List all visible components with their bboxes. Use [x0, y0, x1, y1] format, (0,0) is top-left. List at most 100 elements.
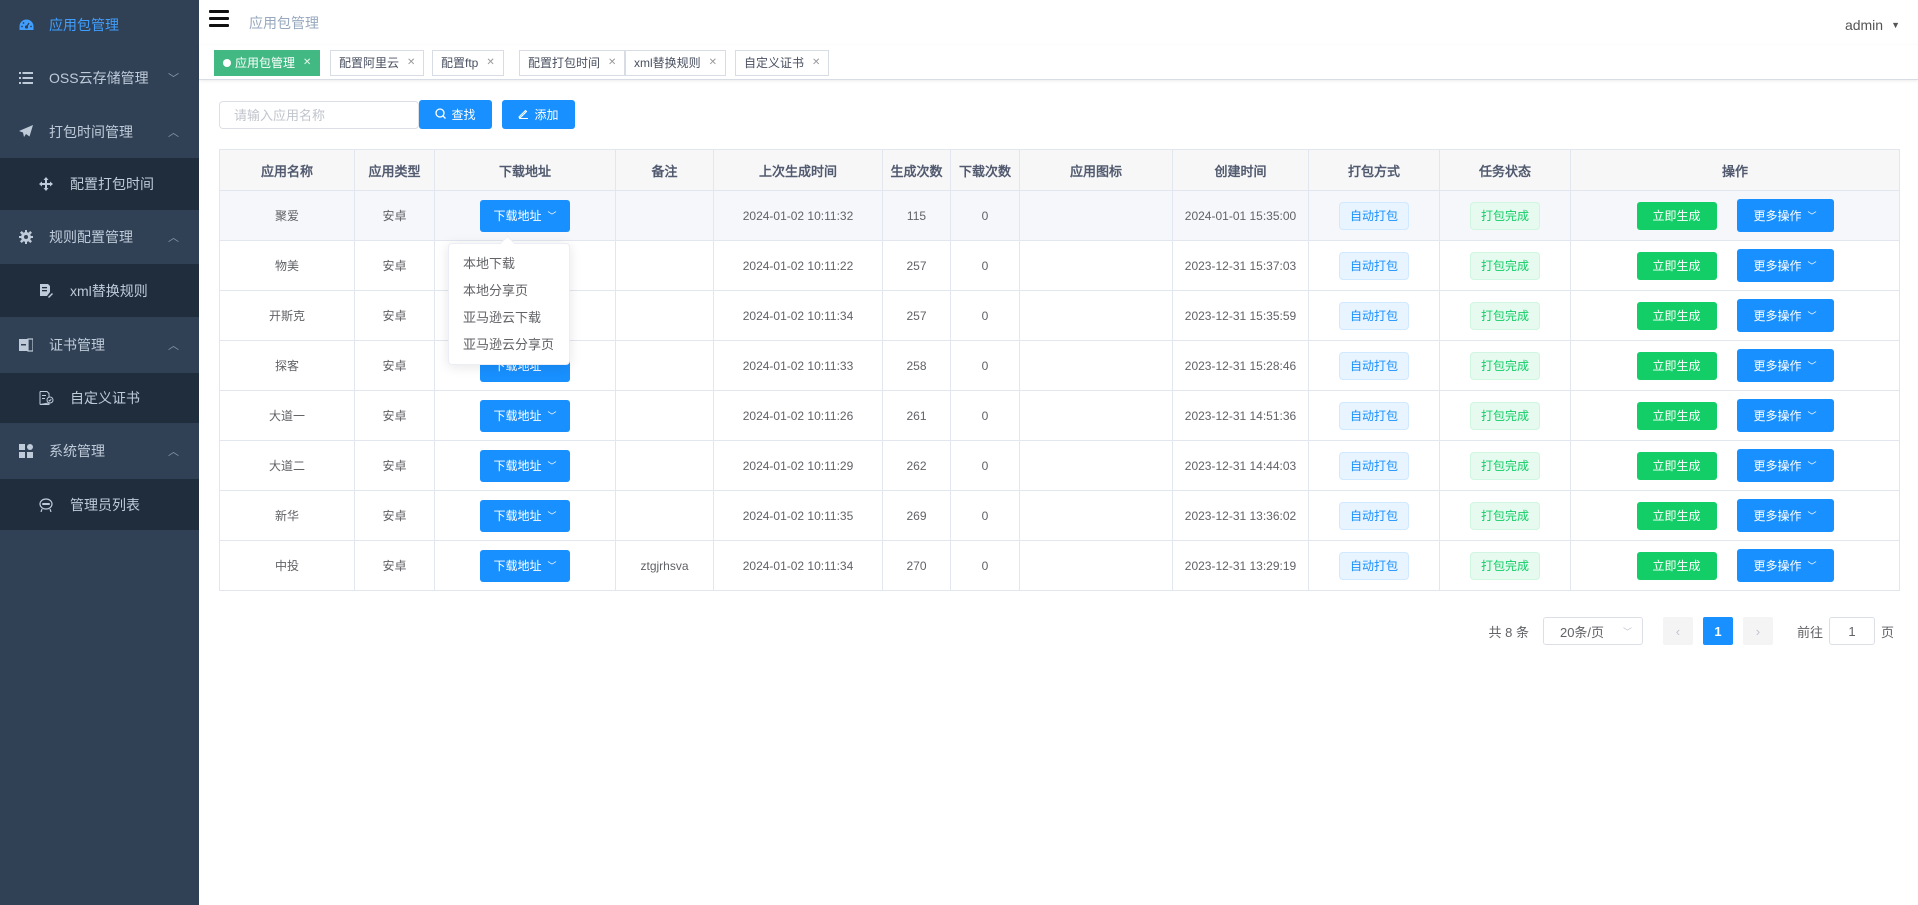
cell-app-icon [1019, 190, 1173, 241]
add-button[interactable]: 添加 [502, 100, 575, 129]
tag-label: xml替换规则 [634, 56, 701, 70]
list-icon [18, 70, 34, 86]
column-header-app-icon: 应用图标 [1019, 149, 1173, 191]
tag-app-package[interactable]: 应用包管理 ✕ [214, 50, 321, 76]
sidebar-item-custom-certificate[interactable]: 自定义证书 [0, 373, 199, 423]
table-row[interactable]: 大道二 安卓 下载地址 ﹀ 2024-01-02 10:11:29 262 0 2023-12… [219, 440, 1900, 491]
page-number-current[interactable]: 1 [1702, 617, 1733, 645]
sidebar-item-system[interactable]: 系统管理 ︿ [0, 423, 199, 479]
tag-xml-rule[interactable]: xml替换规则 ✕ [625, 50, 727, 76]
sidebar-item-certificate[interactable]: 证书管理 ︿ [0, 317, 199, 373]
user-menu[interactable]: admin ▼ [1845, 17, 1900, 33]
close-icon[interactable]: ✕ [608, 51, 616, 75]
download-url-button[interactable]: 下载地址 ﹀ [480, 199, 570, 232]
dropdown-item-local-download[interactable]: 本地下载 [449, 250, 569, 277]
table-row[interactable]: 中投 安卓 下载地址 ﹀ ztgjrhsva 2024-01-02 10:11:34 270… [219, 540, 1900, 591]
pagination-total: 共 8 条 [1488, 624, 1529, 640]
breadcrumb[interactable]: 应用包管理 [249, 13, 319, 33]
cell-task-status: 打包完成 [1439, 190, 1571, 241]
tag-custom-certificate[interactable]: 自定义证书 ✕ [735, 50, 830, 76]
cell-app-name: 大道二 [219, 440, 355, 491]
generate-now-button[interactable]: 立即生成 [1636, 451, 1717, 480]
goto-prefix: 前往 [1796, 624, 1823, 640]
close-icon[interactable]: ✕ [486, 51, 494, 75]
generate-now-button[interactable]: 立即生成 [1636, 351, 1717, 380]
sidebar-item-xml-rule[interactable]: xml替换规则 [0, 264, 199, 317]
more-actions-button[interactable]: 更多操作 ﹀ [1736, 249, 1834, 282]
tag-config-pack-time[interactable]: 配置打包时间 ✕ [519, 50, 626, 76]
sidebar-item-pack-time[interactable]: 打包时间管理 ︿ [0, 105, 199, 158]
app-name-search-input[interactable] [219, 101, 419, 129]
more-actions-button[interactable]: 更多操作 ﹀ [1736, 399, 1834, 432]
close-icon[interactable]: ✕ [407, 51, 415, 75]
download-url-label: 下载地址 [493, 459, 542, 473]
more-actions-button[interactable]: 更多操作 ﹀ [1736, 449, 1834, 482]
username: admin [1844, 17, 1884, 33]
generate-now-button[interactable]: 立即生成 [1636, 201, 1717, 230]
generate-now-button[interactable]: 立即生成 [1636, 251, 1717, 280]
generate-now-button[interactable]: 立即生成 [1636, 301, 1717, 330]
close-icon[interactable]: ✕ [709, 51, 717, 75]
tag-config-ftp[interactable]: 配置ftp ✕ [432, 50, 504, 76]
generate-now-button[interactable]: 立即生成 [1636, 501, 1717, 530]
sidebar-item-oss-storage[interactable]: OSS云存储管理 ﹀ [0, 50, 199, 105]
download-url-button[interactable]: 下载地址 ﹀ [480, 499, 570, 532]
tag-config-aliyun[interactable]: 配置阿里云 ✕ [330, 50, 425, 76]
chevron-down-icon: ﹀ [1807, 311, 1817, 321]
chevron-down-icon: ﹀ [1807, 511, 1817, 521]
chevron-right-icon: › [1755, 623, 1761, 639]
cell-gen-count: 262 [882, 440, 951, 491]
cell-app-type: 安卓 [354, 440, 435, 491]
dropdown-item-local-share[interactable]: 本地分享页 [449, 277, 569, 304]
sidebar-item-label: 自定义证书 [70, 390, 140, 406]
chevron-down-icon: ﹀ [547, 411, 557, 421]
generate-now-button[interactable]: 立即生成 [1636, 401, 1717, 430]
close-icon[interactable]: ✕ [303, 51, 311, 75]
download-url-button[interactable]: 下载地址 ﹀ [480, 399, 570, 432]
hamburger-menu-icon[interactable] [209, 10, 229, 28]
more-actions-label: 更多操作 [1753, 359, 1802, 373]
download-url-button[interactable]: 下载地址 ﹀ [480, 549, 570, 582]
more-actions-button[interactable]: 更多操作 ﹀ [1736, 549, 1834, 582]
sidebar-item-app-package[interactable]: 应用包管理 [0, 0, 199, 50]
cell-remark [615, 390, 714, 441]
sidebar-item-label: 规则配置管理 [49, 229, 133, 245]
more-actions-button[interactable]: 更多操作 ﹀ [1736, 499, 1834, 532]
sidebar-item-config-pack-time[interactable]: 配置打包时间 [0, 158, 199, 210]
more-actions-button[interactable]: 更多操作 ﹀ [1736, 199, 1834, 232]
cell-created-time: 2023-12-31 14:51:36 [1172, 390, 1309, 441]
chevron-down-icon: ﹀ [547, 461, 557, 471]
generate-now-button[interactable]: 立即生成 [1636, 551, 1717, 580]
cell-app-type: 安卓 [354, 290, 435, 341]
tags-view: 应用包管理 ✕ 配置阿里云 ✕ 配置ftp ✕ 配置打包时间 ✕ xml替换规则… [199, 45, 1918, 80]
more-actions-button[interactable]: 更多操作 ﹀ [1736, 349, 1834, 382]
search-button[interactable]: 查找 [419, 100, 492, 129]
close-icon[interactable]: ✕ [812, 51, 820, 75]
dropdown-item-aws-download[interactable]: 亚马逊云下载 [449, 304, 569, 331]
cell-task-status: 打包完成 [1439, 540, 1571, 591]
cell-remark [615, 440, 714, 491]
download-url-button[interactable]: 下载地址 ﹀ [480, 449, 570, 482]
sidebar-item-label: 系统管理 [49, 443, 105, 459]
sidebar-item-label: 应用包管理 [49, 17, 119, 33]
cell-gen-count: 258 [882, 340, 951, 391]
cell-created-time: 2023-12-31 13:29:19 [1172, 540, 1309, 591]
cell-last-gen-time: 2024-01-02 10:11:26 [713, 390, 883, 441]
cell-created-time: 2023-12-31 14:44:03 [1172, 440, 1309, 491]
table-row[interactable]: 大道一 安卓 下载地址 ﹀ 2024-01-02 10:11:26 261 0 2023-12… [219, 390, 1900, 441]
column-header-task-status: 任务状态 [1439, 149, 1571, 191]
table-row[interactable]: 新华 安卓 下载地址 ﹀ 2024-01-02 10:11:35 269 0 2023-12-… [219, 490, 1900, 541]
more-actions-button[interactable]: 更多操作 ﹀ [1736, 299, 1834, 332]
table-row[interactable]: 聚爱 安卓 下载地址 ﹀ 2024-01-02 10:11:32 115 0 2024-01-… [219, 190, 1900, 241]
prev-page-button[interactable]: ‹ [1662, 617, 1693, 645]
column-header-download-count: 下载次数 [950, 149, 1020, 191]
status-badge: 打包完成 [1469, 201, 1540, 230]
page-size-select[interactable]: 20条/页 ﹀ [1542, 617, 1643, 645]
next-page-button[interactable]: › [1742, 617, 1773, 645]
goto-page-input[interactable] [1828, 617, 1875, 645]
edit-icon [518, 108, 529, 122]
sidebar-item-admin-list[interactable]: 管理员列表 [0, 479, 199, 530]
dropdown-item-aws-share[interactable]: 亚马逊云分享页 [449, 331, 569, 358]
sidebar-item-rule-config[interactable]: 规则配置管理 ︿ [0, 210, 199, 264]
goto-suffix: 页 [1880, 624, 1894, 640]
